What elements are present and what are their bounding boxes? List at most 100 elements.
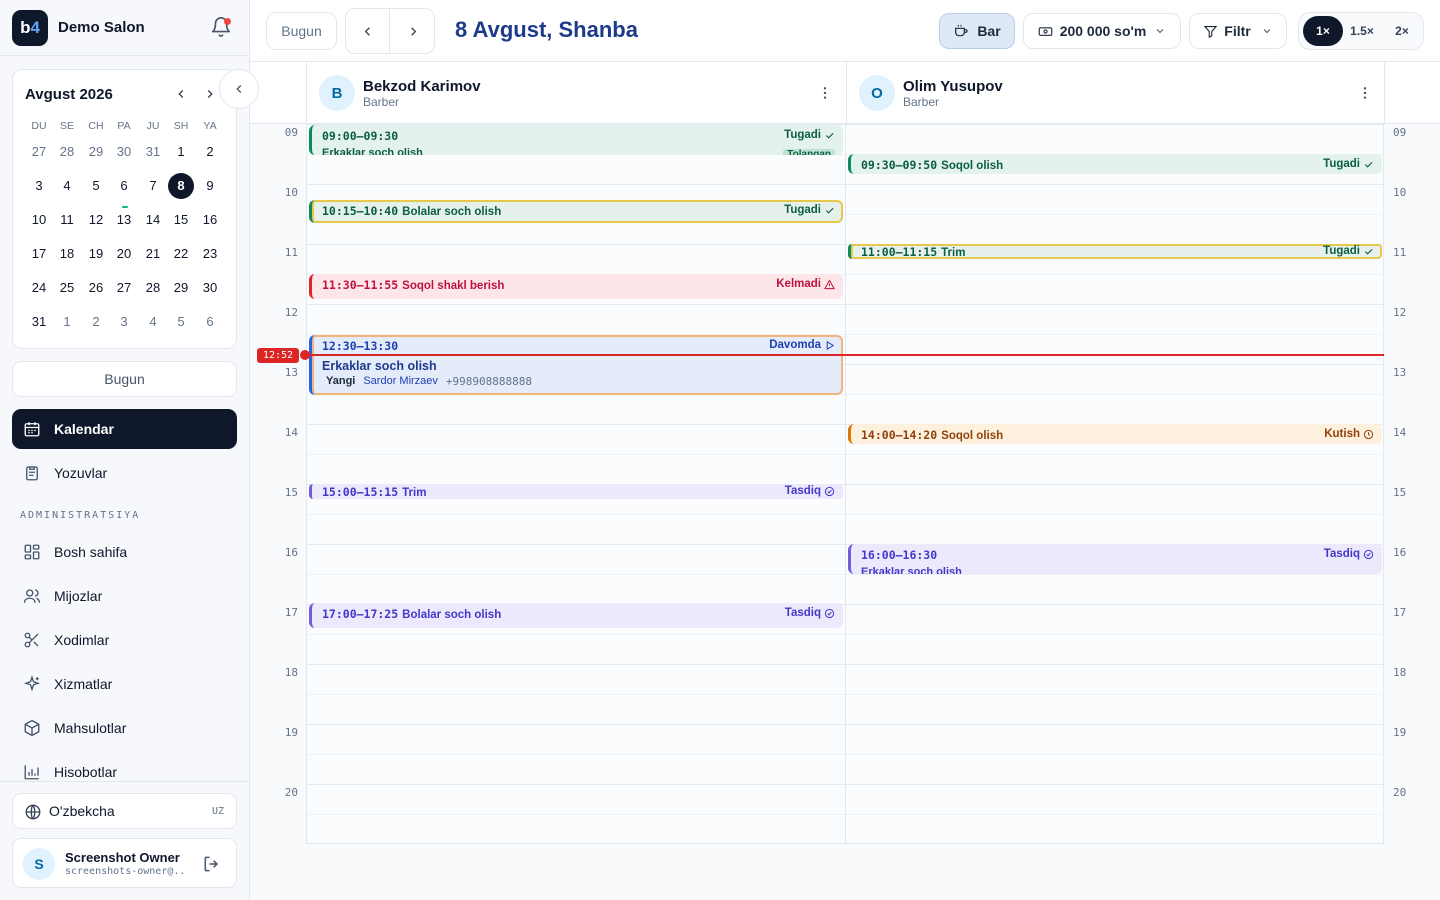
appointment-card[interactable]: 11:00–11:15 Trim Tugadi	[848, 244, 1382, 259]
appointment-time: 09:00–09:30	[322, 129, 399, 143]
hour-label: 19	[1393, 726, 1407, 739]
appointment-card[interactable]: 14:00–14:20 Soqol olish Kutish	[848, 424, 1382, 444]
calendar-day[interactable]: 3	[26, 173, 52, 199]
calendar-day[interactable]: 8	[168, 173, 194, 199]
today-button[interactable]: Bugun	[266, 12, 337, 50]
scissors-icon	[24, 632, 39, 648]
sidebar-item-mahsulotlar[interactable]: Mahsulotlar	[12, 708, 237, 748]
zoom-option-1-5x[interactable]: 1.5×	[1343, 16, 1381, 46]
staff-name: Bekzod Karimov	[363, 78, 481, 95]
calendar-day[interactable]: 30	[111, 139, 137, 165]
prev-day-button[interactable]	[346, 9, 390, 53]
appointment-title: Trim	[941, 247, 966, 259]
hour-label: 09	[1393, 126, 1407, 139]
status-badge: Kelmadi	[776, 278, 835, 290]
calendar-day[interactable]: 13	[111, 206, 137, 233]
calendar-day[interactable]: 29	[83, 139, 109, 165]
calendar-day[interactable]: 15	[168, 207, 194, 233]
status-badge: Tugadi	[1323, 158, 1374, 170]
appointment-card[interactable]: 09:30–09:50 Soqol olish Tugadi	[848, 154, 1382, 174]
appointment-card[interactable]: 16:00–16:30 Tasdiq Erkaklar soch olish	[848, 544, 1382, 574]
hour-label: 09	[284, 126, 298, 139]
calendar-day[interactable]: 2	[197, 139, 223, 165]
calendar-day[interactable]: 16	[197, 207, 223, 233]
sidebar-item-xodimlar[interactable]: Xodimlar	[12, 620, 237, 660]
appointment-card[interactable]: 12:30–13:30 Davomda Erkaklar soch olish Yan…	[309, 335, 843, 395]
chevron-right-icon[interactable]	[200, 84, 220, 104]
more-vertical-icon[interactable]	[1357, 85, 1373, 101]
filter-dropdown[interactable]: Filtr	[1189, 13, 1287, 49]
hour-label: 11	[284, 246, 298, 259]
calendar-day[interactable]: 27	[111, 275, 137, 301]
calendar-day[interactable]: 31	[140, 139, 166, 165]
sidebar-item-label: Mijozlar	[54, 588, 103, 604]
status-badge: Davomda	[769, 339, 835, 351]
calendar-day[interactable]: 18	[54, 241, 80, 267]
more-vertical-icon[interactable]	[817, 85, 833, 101]
calendar-day[interactable]: 1	[168, 139, 194, 165]
collapse-sidebar-button[interactable]	[219, 69, 259, 109]
sidebar-item-xizmatlar[interactable]: Xizmatlar	[12, 664, 237, 704]
calendar-day[interactable]: 25	[54, 275, 80, 301]
calendar-day[interactable]: 14	[140, 207, 166, 233]
calendar-day[interactable]: 31	[26, 309, 52, 335]
status-label: Tugadi	[1323, 245, 1360, 257]
appointment-card[interactable]: 09:00–09:30 Tugadi Erkaklar soch olish Tola…	[309, 125, 843, 155]
sidebar-item-mijozlar[interactable]: Mijozlar	[12, 576, 237, 616]
calendar-day[interactable]: 3	[111, 309, 137, 335]
zoom-option-1x[interactable]: 1×	[1303, 16, 1343, 46]
status-badge: Tasdiq	[785, 607, 835, 619]
calendar-day[interactable]: 6	[111, 173, 137, 199]
calendar-day[interactable]: 30	[197, 275, 223, 301]
chevron-left-icon[interactable]	[171, 84, 191, 104]
calendar-day[interactable]: 19	[83, 241, 109, 267]
calendar-day[interactable]: 9	[197, 173, 223, 199]
calendar-day[interactable]: 10	[26, 207, 52, 233]
calendar-day[interactable]: 4	[54, 173, 80, 199]
appointment-time: 09:30–09:50	[861, 158, 938, 172]
calendar-day[interactable]: 7	[140, 173, 166, 199]
calendar-day[interactable]: 2	[83, 309, 109, 335]
sidebar-today-button[interactable]: Bugun	[12, 361, 237, 397]
next-day-button[interactable]	[391, 9, 435, 53]
filter-label: Filtr	[1224, 23, 1251, 39]
calendar-day[interactable]: 26	[83, 275, 109, 301]
calendar-day[interactable]: 17	[26, 241, 52, 267]
appointment-card[interactable]: 15:00–15:15 Trim Tasdiq	[309, 484, 843, 499]
calendar-day[interactable]: 1	[54, 309, 80, 335]
sidebar-item-yozuvlar[interactable]: Yozuvlar	[12, 453, 237, 493]
appointment-card[interactable]: 10:15–10:40 Bolalar soch olish Tugadi	[309, 200, 843, 223]
calendar-day[interactable]: 4	[140, 309, 166, 335]
calendar-day[interactable]: 29	[168, 275, 194, 301]
appointment-heading: 09:00–09:30	[322, 129, 402, 143]
calendar-day[interactable]: 23	[197, 241, 223, 267]
calendar-day[interactable]: 6	[197, 309, 223, 335]
calendar-day[interactable]: 5	[83, 173, 109, 199]
calendar-day[interactable]: 20	[111, 241, 137, 267]
appointment-card[interactable]: 17:00–17:25 Bolalar soch olish Tasdiq	[309, 603, 843, 628]
logout-icon[interactable]	[202, 854, 222, 874]
appointment-heading: 15:00–15:15 Trim	[322, 485, 426, 499]
weekday-label: YA	[203, 120, 217, 132]
sidebar-item-kalendar[interactable]: Kalendar	[12, 409, 237, 449]
status-label: Kelmadi	[776, 278, 821, 290]
calendar-day[interactable]: 5	[168, 309, 194, 335]
calendar-day[interactable]: 11	[54, 207, 80, 233]
calendar-day[interactable]: 24	[26, 275, 52, 301]
current-time-line	[306, 354, 1384, 356]
client-name[interactable]: Sardor Mirzaev	[363, 375, 438, 388]
calendar-day[interactable]: 22	[168, 241, 194, 267]
bar-button[interactable]: Bar	[939, 13, 1015, 49]
calendar-day[interactable]: 28	[140, 275, 166, 301]
amount-dropdown[interactable]: 200 000 so'm	[1023, 13, 1181, 49]
calendar-day[interactable]: 21	[140, 241, 166, 267]
sidebar: b4 Demo Salon Avgust 2026 DU SE CH PA JU SH YA…	[0, 0, 259, 900]
calendar-day[interactable]: 28	[54, 139, 80, 165]
appointment-card[interactable]: 11:30–11:55 Soqol shakl berish Kelmadi	[309, 274, 843, 299]
sidebar-item-bosh-sahifa[interactable]: Bosh sahifa	[12, 532, 237, 572]
zoom-option-2x[interactable]: 2×	[1383, 16, 1421, 46]
hour-label: 11	[1393, 246, 1407, 259]
language-selector[interactable]: O'zbekcha UZ	[12, 793, 237, 829]
calendar-day[interactable]: 27	[26, 139, 52, 165]
calendar-day[interactable]: 12	[83, 207, 109, 233]
